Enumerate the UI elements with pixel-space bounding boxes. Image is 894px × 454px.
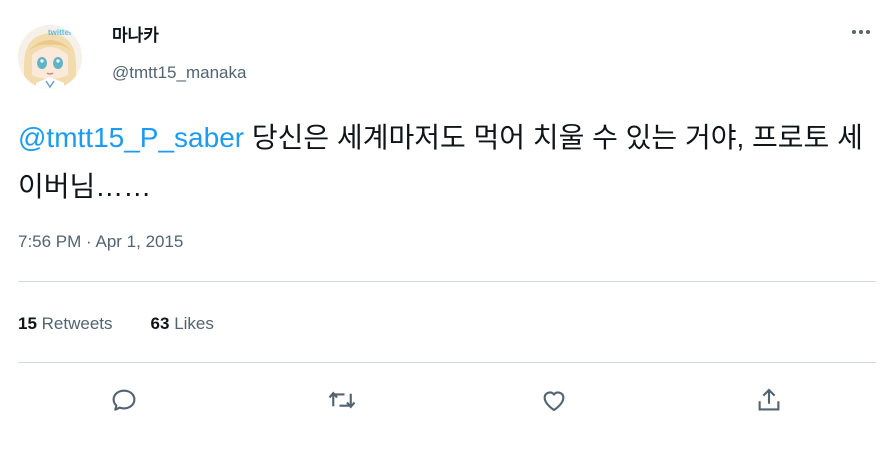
likes-count: 63	[150, 314, 170, 333]
divider	[18, 281, 876, 282]
reply-button[interactable]	[107, 383, 141, 417]
tweet-timestamp: 7:56 PM · Apr 1, 2015	[18, 231, 183, 253]
display-name[interactable]: 마나카	[112, 25, 159, 47]
more-options-button[interactable]	[844, 22, 878, 42]
likes-stat[interactable]: 63 Likes	[151, 312, 214, 336]
retweets-label: Retweets	[41, 314, 113, 333]
more-dot-icon	[866, 30, 870, 34]
reply-icon	[112, 389, 136, 411]
like-button[interactable]	[537, 383, 571, 417]
divider	[18, 362, 876, 363]
retweet-icon	[328, 391, 356, 409]
tweet-card: twitter 20 마나카 @tmtt15_manaka @tmtt15_P_…	[0, 0, 894, 454]
mention-link[interactable]: @tmtt15_P_saber	[18, 122, 244, 153]
tweet-time[interactable]: 7:56 PM	[18, 232, 81, 251]
more-dot-icon	[852, 30, 856, 34]
tweet-text: @tmtt15_P_saber 당신은 세계마저도 먹어 치울 수 있는 거야,…	[18, 113, 878, 211]
avatar-logo-text: twitter 20	[48, 28, 82, 37]
retweets-count: 15	[18, 314, 37, 333]
more-dot-icon	[859, 30, 863, 34]
avatar-image: twitter 20	[18, 25, 82, 89]
retweet-button[interactable]	[325, 383, 359, 417]
avatar[interactable]: twitter 20	[18, 25, 82, 89]
tweet-date[interactable]: Apr 1, 2015	[95, 232, 183, 251]
share-button[interactable]	[752, 383, 786, 417]
tweet-stats: 15 Retweets 63 Likes	[18, 312, 252, 336]
retweets-stat[interactable]: 15 Retweets	[18, 312, 113, 336]
meta-separator: ·	[81, 232, 96, 251]
like-icon	[543, 391, 565, 412]
user-handle[interactable]: @tmtt15_manaka	[112, 62, 246, 84]
likes-label: Likes	[174, 314, 214, 333]
share-icon	[758, 388, 780, 411]
